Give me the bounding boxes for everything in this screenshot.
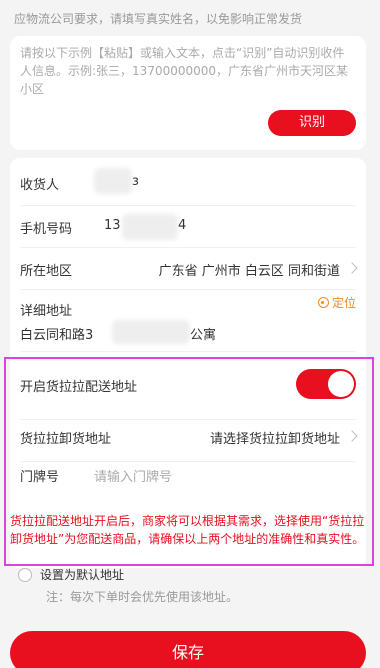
recipient-name-tail: з xyxy=(132,174,139,189)
huolala-warning: 货拉拉配送地址开启后，商家将可以根据其需求，选择使用“货拉拉卸货地址”为您配送商… xyxy=(10,514,365,546)
notice-text: 应物流公司要求，请填写真实姓名，以免影响正常发货 xyxy=(14,12,303,26)
detail-suffix: 公寓 xyxy=(190,328,217,343)
detail-prefix: 白云同和路3 xyxy=(20,328,94,343)
region-label: 所在地区 xyxy=(20,264,73,279)
detail-blurred xyxy=(112,320,190,344)
chevron-right-icon xyxy=(346,262,358,274)
target-icon xyxy=(317,297,329,308)
paste-textarea[interactable]: 请按以下示例【粘贴】或输入文本，点击“识别”自动识别收件人信息。示例:张三，13… xyxy=(20,44,356,98)
locate-label: 定位 xyxy=(331,296,356,310)
detail-row[interactable]: 详细地址 定位 白云同和路3 公寓 xyxy=(20,290,356,352)
recipient-name-blurred xyxy=(94,168,132,194)
radio-icon[interactable] xyxy=(18,568,32,582)
default-address-toggle[interactable]: 设置为默认地址 xyxy=(18,566,124,583)
region-row[interactable]: 所在地区 广东省 广州市 白云区 同和街道 xyxy=(20,248,358,290)
recipient-row[interactable]: 收货人 з xyxy=(20,158,356,206)
default-note: 注：每次下单时会优先使用该地址。 xyxy=(46,590,239,604)
paste-card: 请按以下示例【粘贴】或输入文本，点击“识别”自动识别收件人信息。示例:张三，13… xyxy=(10,36,366,150)
phone-blurred xyxy=(122,214,178,240)
phone-suffix: 4 xyxy=(178,218,187,233)
save-button[interactable]: 保存 xyxy=(10,631,366,668)
region-value: 广东省 广州市 白云区 同和街道 xyxy=(158,264,340,279)
phone-row[interactable]: 手机号码 13 4 xyxy=(20,206,356,248)
default-label: 设置为默认地址 xyxy=(40,568,125,582)
recognize-button[interactable]: 识别 xyxy=(268,110,356,136)
locate-button[interactable]: 定位 xyxy=(317,294,356,311)
recipient-label: 收货人 xyxy=(20,178,60,193)
phone-prefix: 13 xyxy=(104,218,121,233)
phone-label: 手机号码 xyxy=(20,222,73,237)
detail-label: 详细地址 xyxy=(20,304,73,319)
